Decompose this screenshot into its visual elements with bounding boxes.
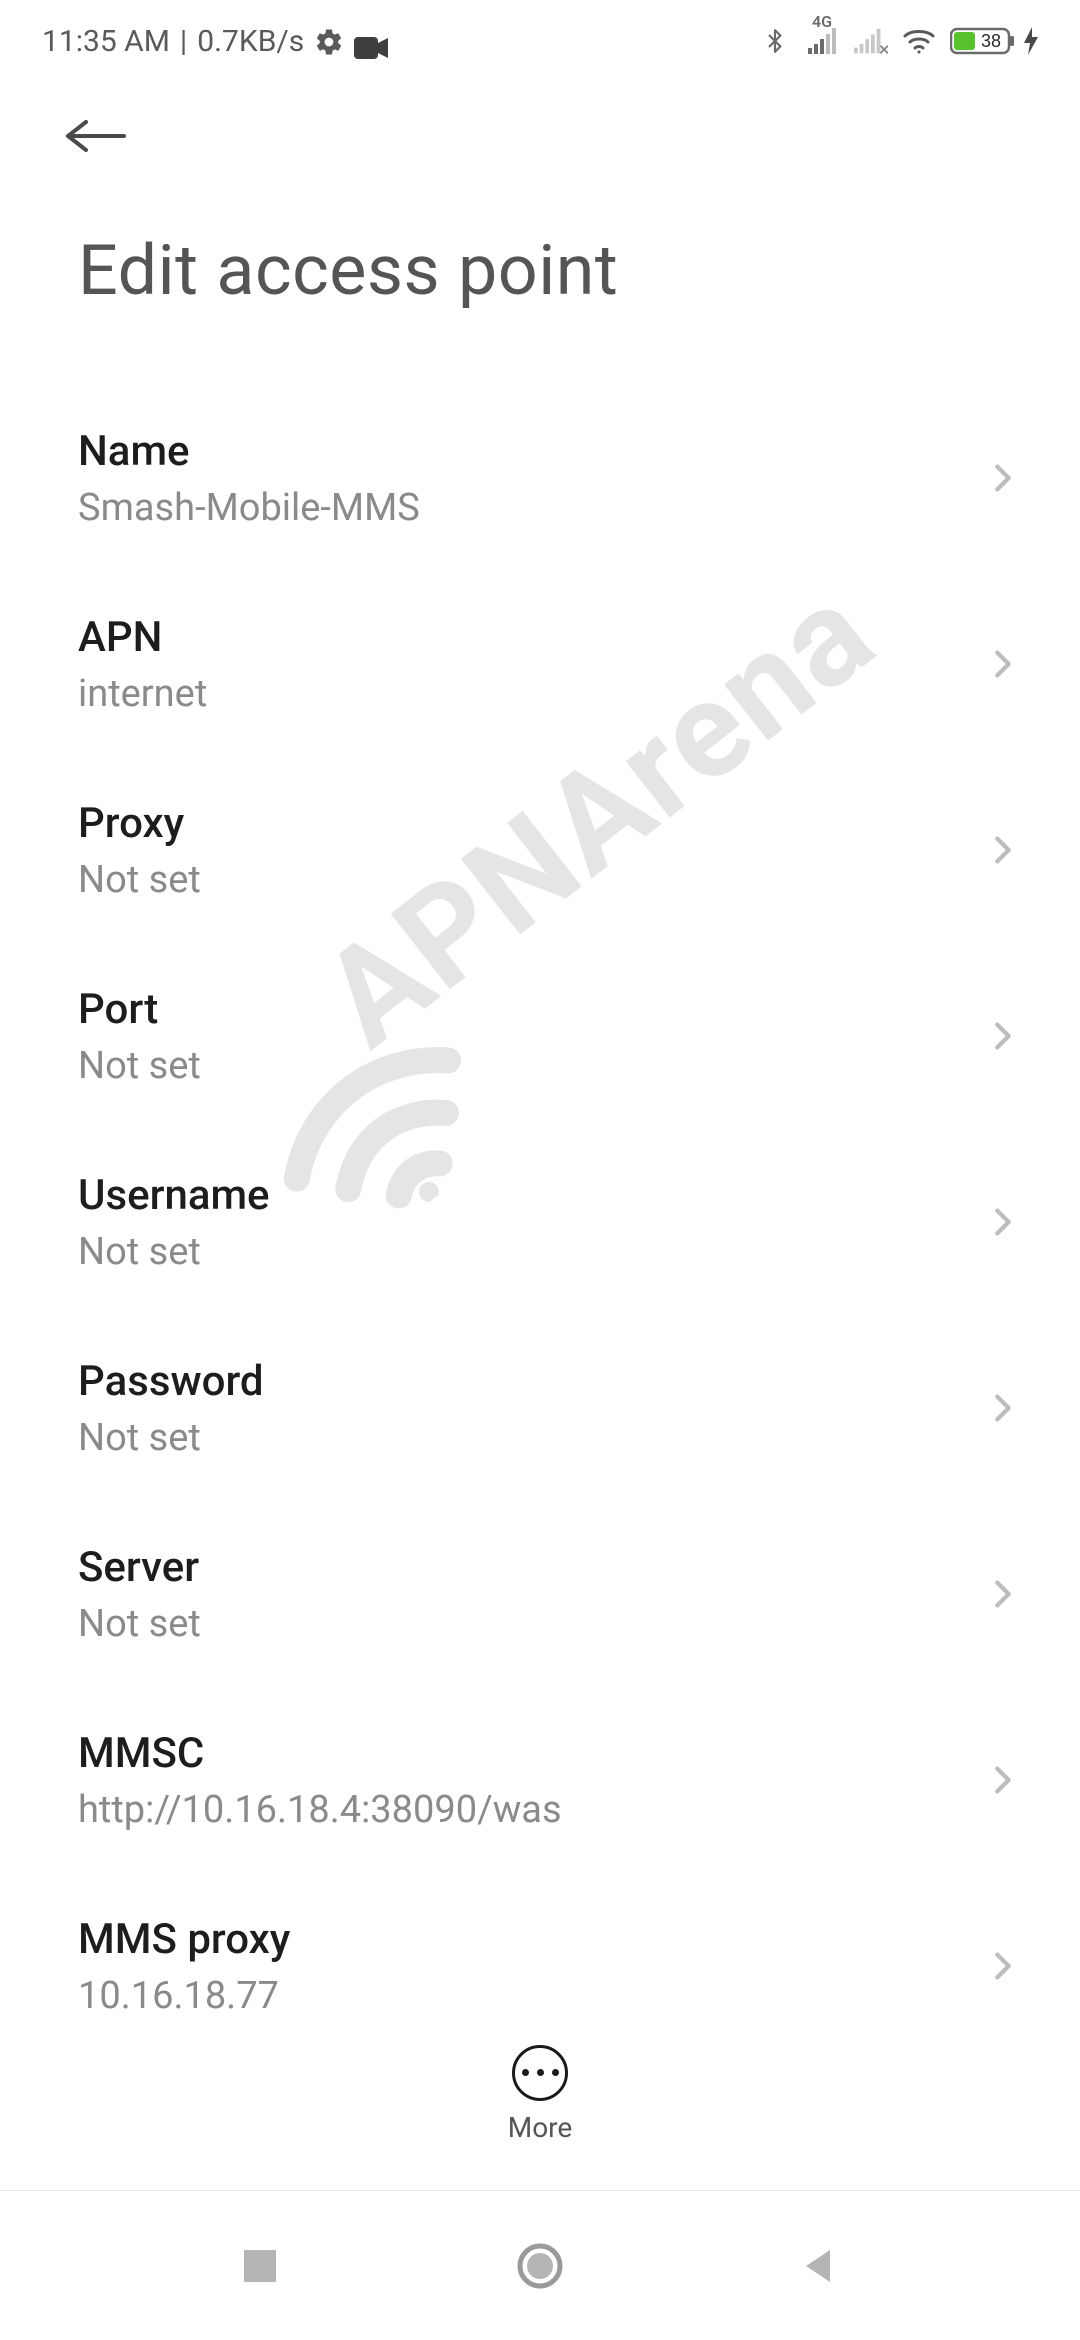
- row-value: internet: [78, 672, 207, 716]
- row-value: Not set: [78, 1230, 270, 1274]
- battery-text: 38: [981, 31, 1001, 51]
- dot-icon: [537, 2069, 544, 2076]
- row-username[interactable]: Username Not set: [0, 1136, 1080, 1308]
- row-label: Server: [78, 1543, 201, 1592]
- row-apn[interactable]: APN internet: [0, 578, 1080, 750]
- circle-icon: [516, 2242, 564, 2290]
- chevron-right-icon: [986, 1949, 1020, 1983]
- row-value: Not set: [78, 1602, 201, 1646]
- status-left: 11:35 AM | 0.7KB/s: [42, 24, 388, 59]
- page-title: Edit access point: [78, 230, 1002, 312]
- toolbar: [0, 78, 1080, 160]
- wifi-icon: [902, 26, 936, 56]
- row-value: Not set: [78, 1044, 201, 1088]
- row-value: Not set: [78, 858, 201, 902]
- title-row: Edit access point: [0, 160, 1080, 322]
- chevron-right-icon: [986, 1019, 1020, 1053]
- back-button[interactable]: [60, 120, 132, 160]
- chevron-right-icon: [986, 461, 1020, 495]
- signal-nosim-icon: [854, 26, 888, 56]
- status-time: 11:35 AM: [42, 24, 170, 59]
- chevron-right-icon: [986, 1577, 1020, 1611]
- chevron-right-icon: [986, 1763, 1020, 1797]
- separator: [40, 2010, 1040, 2011]
- row-label: Username: [78, 1171, 270, 1220]
- status-speed: 0.7KB/s: [197, 24, 304, 59]
- nav-bar: [0, 2190, 1080, 2340]
- row-label: MMSC: [78, 1729, 562, 1778]
- dot-icon: [522, 2069, 529, 2076]
- row-password[interactable]: Password Not set: [0, 1322, 1080, 1494]
- battery-icon: 38: [950, 26, 1038, 56]
- row-label: Port: [78, 985, 201, 1034]
- status-sep: |: [180, 24, 187, 59]
- row-value: http://10.16.18.4:38090/was: [78, 1788, 562, 1832]
- status-bar: 11:35 AM | 0.7KB/s 4G 38: [0, 0, 1080, 78]
- chevron-right-icon: [986, 833, 1020, 867]
- dot-icon: [552, 2069, 559, 2076]
- square-icon: [240, 2246, 280, 2286]
- home-button[interactable]: [510, 2236, 570, 2296]
- row-label: Name: [78, 427, 420, 476]
- back-nav-button[interactable]: [790, 2236, 850, 2296]
- status-right: 4G 38: [758, 26, 1038, 56]
- more-bar: More: [0, 2014, 1080, 2174]
- recents-button[interactable]: [230, 2236, 290, 2296]
- row-port[interactable]: Port Not set: [0, 950, 1080, 1122]
- row-mmsc[interactable]: MMSC http://10.16.18.4:38090/was: [0, 1694, 1080, 1866]
- bluetooth-icon: [758, 26, 792, 56]
- gear-icon: [314, 27, 344, 57]
- arrow-left-icon: [60, 120, 132, 152]
- chevron-right-icon: [986, 1391, 1020, 1425]
- triangle-left-icon: [800, 2246, 840, 2286]
- content-area: APNArena Name Smash-Mobile-MMS APN inter…: [0, 322, 1080, 2092]
- chevron-right-icon: [986, 1205, 1020, 1239]
- row-label: MMS proxy: [78, 1915, 290, 1964]
- network-badge: 4G: [812, 12, 832, 31]
- signal-4g-icon: 4G: [806, 26, 840, 56]
- row-label: Password: [78, 1357, 264, 1406]
- camera-icon: [354, 32, 388, 54]
- row-value: Not set: [78, 1416, 264, 1460]
- row-label: Proxy: [78, 799, 201, 848]
- more-button[interactable]: [512, 2045, 568, 2101]
- more-label: More: [508, 2111, 573, 2144]
- row-name[interactable]: Name Smash-Mobile-MMS: [0, 392, 1080, 564]
- chevron-right-icon: [986, 647, 1020, 681]
- row-label: APN: [78, 613, 207, 662]
- bolt-icon: [1024, 27, 1038, 55]
- row-server[interactable]: Server Not set: [0, 1508, 1080, 1680]
- row-value: Smash-Mobile-MMS: [78, 486, 420, 530]
- row-proxy[interactable]: Proxy Not set: [0, 764, 1080, 936]
